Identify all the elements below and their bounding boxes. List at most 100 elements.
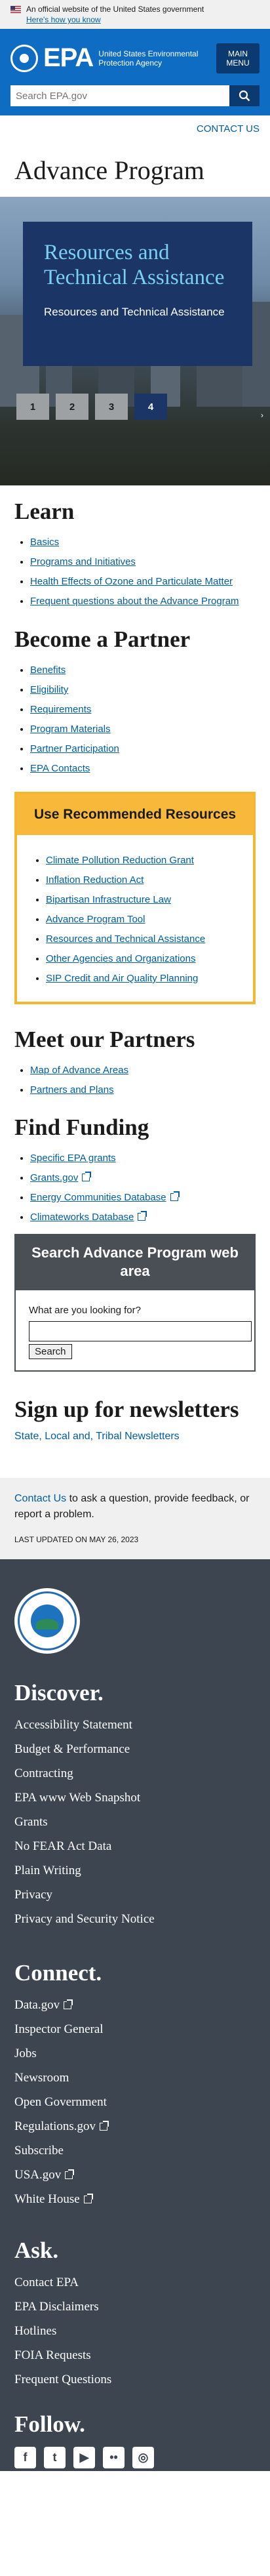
footer-link[interactable]: Contact EPA	[14, 2270, 256, 2295]
resource-link[interactable]: Other Agencies and Organizations	[46, 953, 195, 964]
resources-list: Climate Pollution Reduction Grant Inflat…	[17, 835, 253, 1002]
footer-link[interactable]: Grants	[14, 1810, 256, 1834]
become-partner-heading: Become a Partner	[14, 626, 191, 652]
external-link-icon	[138, 1211, 147, 1221]
carousel-page-3[interactable]: 3	[95, 394, 128, 420]
external-link-icon	[82, 1172, 92, 1181]
footer-link[interactable]: Data.gov	[14, 1998, 60, 2012]
discover-list: Accessibility Statement Budget & Perform…	[14, 1713, 256, 1931]
footer-link[interactable]: No FEAR Act Data	[14, 1834, 256, 1858]
footer-link[interactable]: Plain Writing	[14, 1858, 256, 1883]
search-icon	[239, 90, 250, 102]
carousel-next-icon[interactable]: ›	[261, 411, 263, 420]
list-item: Data.gov	[14, 1993, 256, 2017]
footer-link[interactable]: EPA Disclaimers	[14, 2295, 256, 2319]
footer-link[interactable]: Budget & Performance	[14, 1737, 256, 1761]
site-footer: Discover. Accessibility Statement Budget…	[0, 1559, 270, 2471]
funding-link[interactable]: Climateworks Database	[30, 1212, 134, 1223]
footer-link[interactable]: Open Government	[14, 2090, 256, 2114]
funding-link[interactable]: Grants.gov	[30, 1172, 78, 1183]
heres-how-you-know-link[interactable]: Here's how you know	[26, 15, 101, 24]
flickr-icon[interactable]: ••	[103, 2447, 125, 2468]
footer-link[interactable]: White House	[14, 2192, 80, 2206]
footer-link[interactable]: Jobs	[14, 2041, 256, 2066]
epa-logo-text: EPA	[43, 43, 94, 72]
funding-link[interactable]: Specific EPA grants	[30, 1153, 116, 1164]
search-button[interactable]	[229, 85, 260, 106]
footer-link[interactable]: Accessibility Statement	[14, 1713, 256, 1737]
twitter-icon[interactable]: t	[44, 2447, 66, 2468]
learn-list: Basics Programs and Initiatives Health E…	[0, 533, 270, 609]
carousel-page-4[interactable]: 4	[134, 394, 167, 420]
footer-link[interactable]: FOIA Requests	[14, 2343, 256, 2367]
list-item: Requirements	[30, 700, 256, 720]
program-search-button[interactable]: Search	[29, 1344, 72, 1359]
learn-link[interactable]: Health Effects of Ozone and Particulate …	[30, 576, 233, 587]
list-item: Climate Pollution Reduction Grant	[46, 851, 240, 870]
resource-link[interactable]: Inflation Reduction Act	[46, 874, 144, 886]
meet-link[interactable]: Partners and Plans	[30, 1084, 114, 1095]
site-header: EPA United States Environmental Protecti…	[0, 29, 270, 115]
feedback-contact-link[interactable]: Contact Us	[14, 1493, 66, 1504]
funding-list: Specific EPA grants Grants.gov Energy Co…	[0, 1149, 270, 1227]
learn-link[interactable]: Basics	[30, 537, 59, 548]
partner-link[interactable]: Benefits	[30, 664, 66, 676]
youtube-icon[interactable]: ▶	[73, 2447, 95, 2468]
list-item: Program Materials	[30, 720, 256, 739]
site-search	[10, 85, 260, 106]
carousel-page-1[interactable]: 1	[16, 394, 49, 420]
list-item: White House	[14, 2187, 256, 2211]
list-item: Regulations.gov	[14, 2114, 256, 2138]
search-input[interactable]	[10, 85, 229, 106]
list-item: Inflation Reduction Act	[46, 870, 240, 890]
partner-link[interactable]: Eligibility	[30, 684, 68, 695]
epa-logo-mark-icon	[10, 44, 38, 72]
learn-heading: Learn	[14, 499, 75, 524]
footer-link[interactable]: USA.gov	[14, 2168, 61, 2182]
facebook-icon[interactable]: f	[14, 2447, 36, 2468]
resource-link[interactable]: SIP Credit and Air Quality Planning	[46, 973, 198, 984]
follow-heading: Follow.	[14, 2411, 85, 2437]
funding-link[interactable]: Energy Communities Database	[30, 1192, 166, 1203]
footer-link[interactable]: Privacy and Security Notice	[14, 1907, 256, 1931]
list-item: Benefits	[30, 661, 256, 680]
list-item: SIP Credit and Air Quality Planning	[46, 969, 240, 989]
feedback-section: Contact Us to ask a question, provide fe…	[0, 1478, 270, 1559]
footer-link[interactable]: Privacy	[14, 1883, 256, 1907]
external-link-icon	[65, 2169, 75, 2179]
partner-link[interactable]: Requirements	[30, 704, 91, 715]
program-search-input[interactable]	[29, 1321, 252, 1341]
footer-link[interactable]: Frequent Questions	[14, 2367, 256, 2392]
footer-link[interactable]: Newsroom	[14, 2066, 256, 2090]
contact-us-link[interactable]: CONTACT US	[197, 123, 260, 134]
recommended-resources-heading: Use Recommended Resources	[17, 794, 253, 835]
list-item: Partners and Plans	[30, 1080, 256, 1100]
partner-link[interactable]: EPA Contacts	[30, 763, 90, 774]
partner-link[interactable]: Partner Participation	[30, 743, 119, 754]
resource-link[interactable]: Climate Pollution Reduction Grant	[46, 855, 194, 866]
footer-link[interactable]: Hotlines	[14, 2319, 256, 2343]
instagram-icon[interactable]: ◎	[132, 2447, 154, 2468]
carousel-page-2[interactable]: 2	[56, 394, 88, 420]
footer-link[interactable]: Inspector General	[14, 2017, 256, 2041]
meet-partners-heading: Meet our Partners	[14, 1027, 195, 1052]
main-menu-button[interactable]: MAIN MENU	[216, 43, 260, 73]
resource-link[interactable]: Advance Program Tool	[46, 914, 145, 925]
list-item: Health Effects of Ozone and Particulate …	[30, 572, 256, 592]
newsletter-link[interactable]: State, Local and, Tribal Newsletters	[14, 1431, 180, 1442]
partner-link[interactable]: Program Materials	[30, 724, 111, 735]
resource-link[interactable]: Resources and Technical Assistance	[46, 933, 205, 945]
resource-link[interactable]: Bipartisan Infrastructure Law	[46, 894, 171, 905]
learn-link[interactable]: Programs and Initiatives	[30, 556, 136, 567]
epa-logo[interactable]: EPA United States Environmental Protecti…	[10, 43, 203, 73]
footer-link[interactable]: Regulations.gov	[14, 2119, 96, 2133]
meet-link[interactable]: Map of Advance Areas	[30, 1065, 128, 1076]
hero-link[interactable]: Resources and Technical Assistance	[44, 306, 234, 319]
footer-link[interactable]: Contracting	[14, 1761, 256, 1786]
learn-link[interactable]: Frequent questions about the Advance Pro…	[30, 596, 239, 607]
page-title: Advance Program	[14, 155, 204, 185]
list-item: Frequent questions about the Advance Pro…	[30, 592, 256, 609]
footer-link[interactable]: EPA www Web Snapshot	[14, 1786, 256, 1810]
footer-link[interactable]: Subscribe	[14, 2138, 256, 2163]
meet-list: Map of Advance Areas Partners and Plans	[0, 1061, 270, 1100]
